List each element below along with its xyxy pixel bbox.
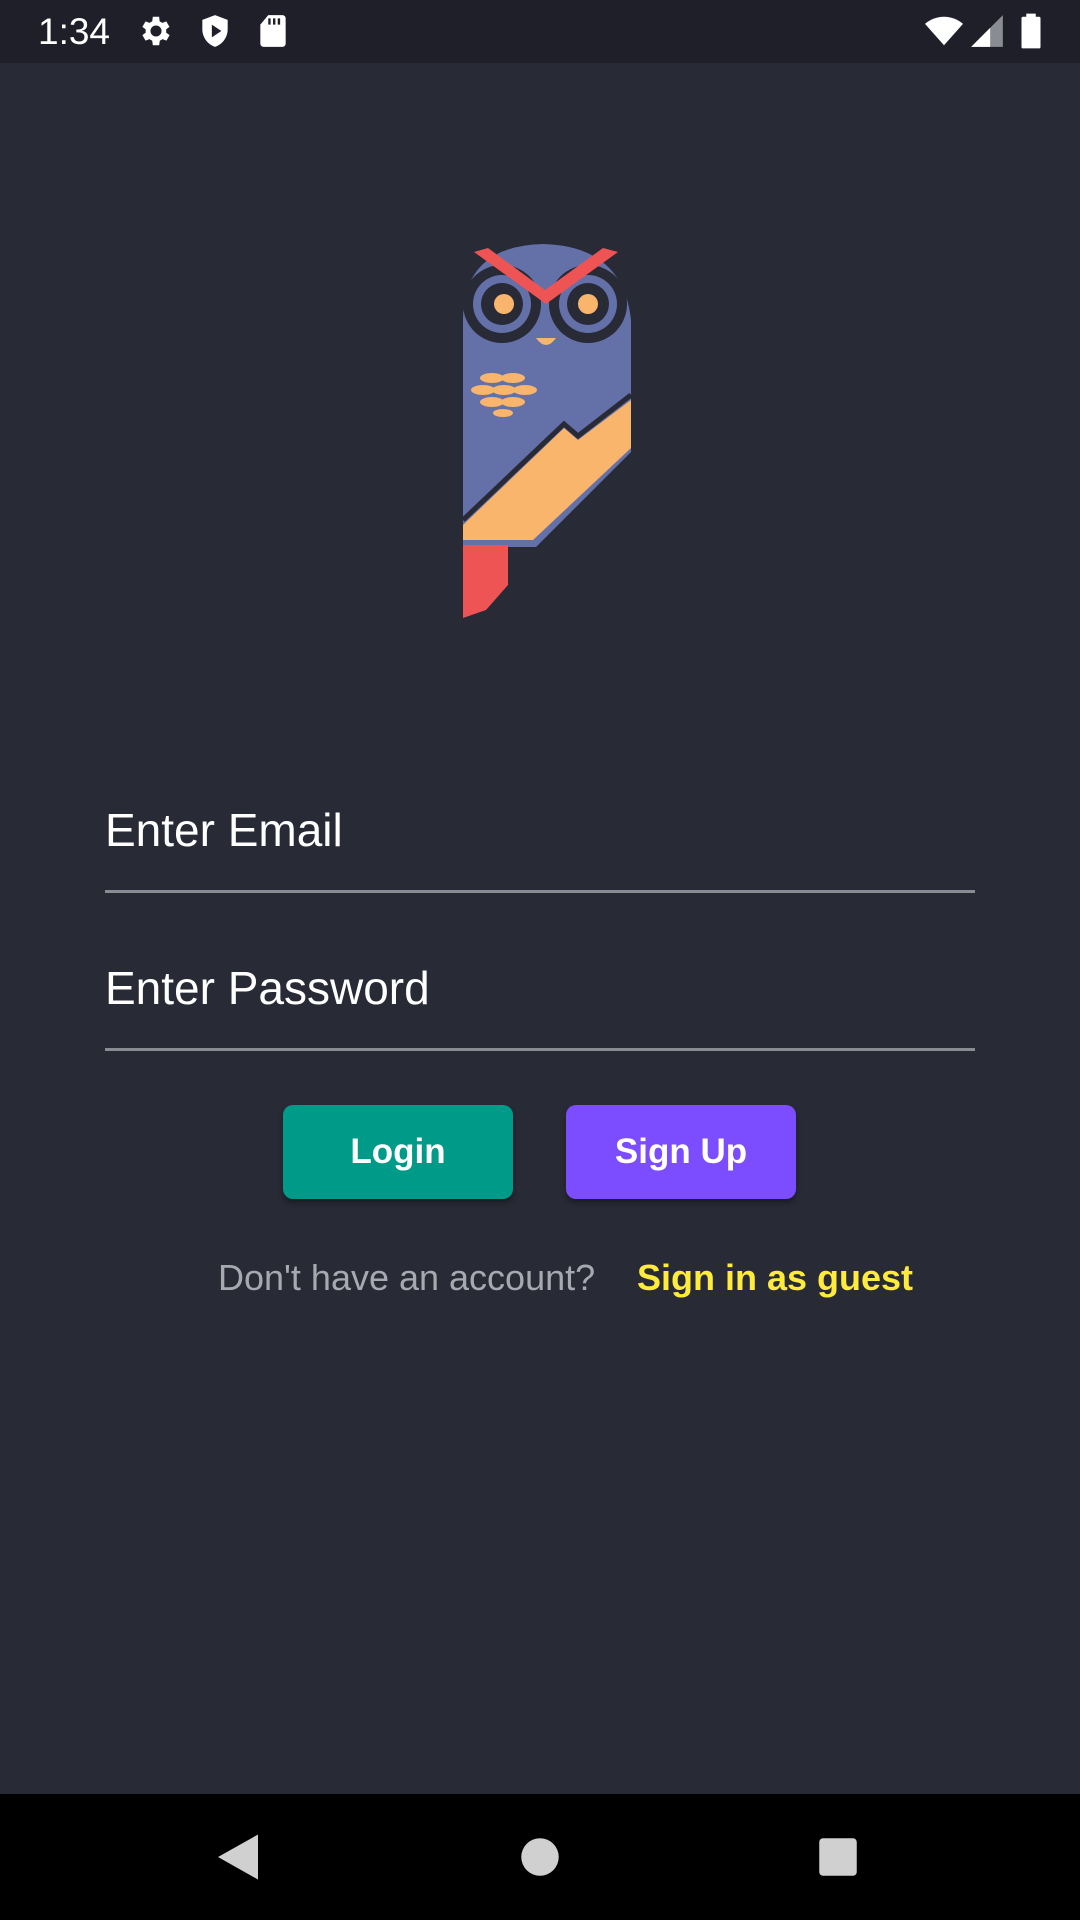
password-field [105,938,975,1051]
status-bar: 1:34 [0,0,1080,63]
password-input[interactable] [105,938,975,1038]
system-nav-bar [0,1794,1080,1920]
sd-card-icon [254,12,292,50]
sign-in-as-guest-link[interactable]: Sign in as guest [637,1256,913,1300]
signup-button[interactable]: Sign Up [566,1105,796,1199]
login-screen: 1:34 Enter Email Login Sign Up Don't hav… [0,0,1080,1920]
email-field [105,780,975,893]
status-time: 1:34 [38,11,111,52]
owl-logo-icon [458,240,636,620]
wifi-icon [922,12,966,50]
shield-play-icon [196,12,234,50]
login-button[interactable]: Login [283,1105,513,1199]
no-account-prompt: Don't have an account? [218,1257,596,1298]
back-triangle-icon[interactable] [208,1827,268,1887]
settings-gear-icon [137,12,175,50]
recents-square-icon[interactable] [808,1827,868,1887]
cell-signal-icon [968,12,1006,50]
battery-icon [1012,12,1050,50]
email-input[interactable] [105,780,975,880]
home-circle-icon[interactable] [510,1827,570,1887]
